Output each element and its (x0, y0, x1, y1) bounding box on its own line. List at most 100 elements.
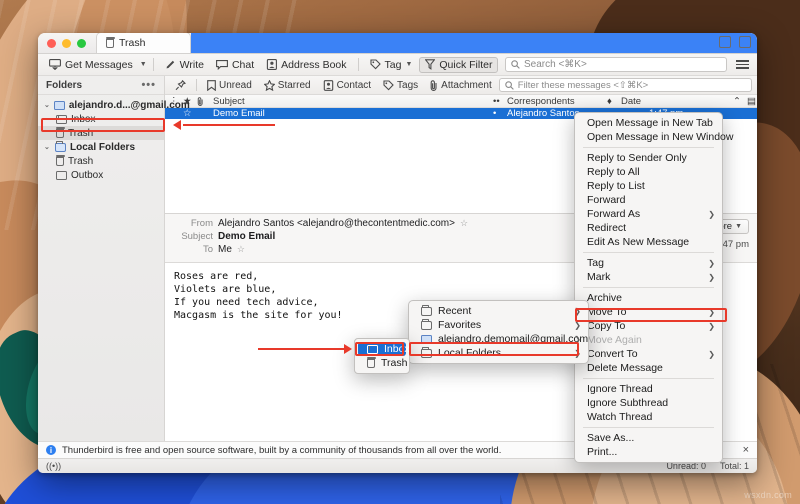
total-count: Total: 1 (720, 461, 749, 471)
write-button[interactable]: Write (160, 58, 209, 72)
tasks-icon[interactable] (739, 36, 751, 48)
address-book-button[interactable]: Address Book (261, 58, 351, 72)
menu-item-label: Ignore Subthread (587, 397, 668, 409)
quick-filter-pin-button[interactable] (170, 79, 191, 92)
move-to-submenu[interactable]: Recent ❯ Favorites ❯ alejandro.demomail@… (408, 300, 589, 364)
get-messages-button[interactable]: Get Messages (44, 58, 138, 72)
column-header-correspondents[interactable]: Correspondents (503, 95, 603, 107)
menu-item-ignore-subthread[interactable]: Ignore Subthread (575, 396, 722, 410)
folder-item-inbox[interactable]: Inbox (38, 112, 164, 126)
star-icon (264, 80, 275, 91)
submenu-item-label: Favorites (438, 319, 481, 331)
read-cell[interactable]: • (489, 108, 503, 119)
quick-filter-attachment[interactable]: Attachment (425, 79, 497, 92)
folder-pane-options-button[interactable]: ••• (141, 79, 156, 91)
chat-button[interactable]: Chat (211, 58, 259, 72)
menu-item-watch-thread[interactable]: Watch Thread (575, 410, 722, 424)
toolbar-divider (358, 58, 359, 71)
tab-strip-empty (191, 33, 757, 53)
menu-item-open-message-in-new-window[interactable]: Open Message in New Window (575, 130, 722, 144)
quick-filter-starred-label: Starred (278, 80, 311, 91)
menu-item-print[interactable]: Print... (575, 445, 722, 459)
menu-item-convert-to[interactable]: Convert To❯ (575, 347, 722, 361)
submenu-item-inbox[interactable]: Inbox (358, 342, 406, 356)
quick-filter-unread-label: Unread (219, 80, 252, 91)
menu-item-open-message-in-new-tab[interactable]: Open Message in New Tab (575, 116, 722, 130)
submenu-item-trash[interactable]: Trash (355, 356, 409, 370)
chevron-down-icon[interactable]: ▼ (140, 61, 147, 68)
chevron-down-icon[interactable]: ⌄ (44, 101, 50, 109)
submenu-item-label: alejandro.demomail@gmail.com (438, 333, 588, 345)
tab-trash[interactable]: Trash (96, 33, 191, 53)
quick-filter-bar: Unread Starred Contact Tags Attachment (165, 76, 757, 95)
write-label: Write (180, 59, 204, 71)
menu-item-delete-message[interactable]: Delete Message (575, 361, 722, 375)
paperclip-icon (430, 80, 438, 91)
quick-filter-unread[interactable]: Unread (202, 79, 257, 92)
menu-item-edit-as-new-message[interactable]: Edit As New Message (575, 235, 722, 249)
menu-item-save-as[interactable]: Save As... (575, 431, 722, 445)
menu-item-tag[interactable]: Tag❯ (575, 256, 722, 270)
trash-icon (56, 157, 64, 166)
minimize-window-button[interactable] (62, 39, 71, 48)
menu-item-mark[interactable]: Mark❯ (575, 270, 722, 284)
read-column-header[interactable]: •• (489, 95, 503, 107)
menu-item-reply-to-sender-only[interactable]: Reply to Sender Only (575, 151, 722, 165)
menu-item-forward-as[interactable]: Forward As❯ (575, 207, 722, 221)
folder-icon (421, 307, 432, 316)
tag-button[interactable]: Tag ▼ (365, 58, 418, 72)
menu-item-reply-to-all[interactable]: Reply to All (575, 165, 722, 179)
menu-item-move-to[interactable]: Move To❯ (575, 305, 722, 319)
folder-item-outbox[interactable]: Outbox (38, 168, 164, 182)
unread-column-header[interactable]: ♦ (603, 95, 617, 107)
window-right-icons[interactable] (719, 36, 751, 48)
close-window-button[interactable] (47, 39, 56, 48)
star-icon[interactable]: ☆ (237, 244, 245, 255)
quick-filter-button[interactable]: Quick Filter (419, 57, 498, 73)
app-menu-button[interactable] (734, 59, 751, 69)
menu-item-label: Reply to All (587, 166, 640, 178)
menu-item-ignore-thread[interactable]: Ignore Thread (575, 382, 722, 396)
submenu-item-recent[interactable]: Recent ❯ (409, 304, 588, 318)
chevron-down-icon[interactable]: ▼ (405, 61, 412, 68)
submenu-item-favorites[interactable]: Favorites ❯ (409, 318, 588, 332)
close-icon[interactable]: × (743, 444, 749, 456)
submenu-item-account[interactable]: alejandro.demomail@gmail.com ❯ (409, 332, 588, 346)
folder-item-trash[interactable]: Trash (38, 126, 164, 140)
menu-item-copy-to[interactable]: Copy To❯ (575, 319, 722, 333)
quick-filter-starred[interactable]: Starred (259, 79, 316, 92)
account-folder-submenu[interactable]: Inbox Trash (354, 338, 410, 374)
calendar-icon[interactable] (719, 36, 731, 48)
column-header-date[interactable]: Date (617, 95, 729, 107)
column-picker-button[interactable]: ▤ (743, 95, 757, 107)
maximize-window-button[interactable] (77, 39, 86, 48)
folder-item-local-trash[interactable]: Trash (38, 154, 164, 168)
chevron-right-icon: ❯ (708, 322, 715, 331)
folder-label: Trash (68, 128, 93, 139)
attachment-column-header[interactable] (193, 95, 209, 107)
menu-item-reply-to-list[interactable]: Reply to List (575, 179, 722, 193)
menu-item-forward[interactable]: Forward (575, 193, 722, 207)
traffic-lights[interactable] (47, 39, 86, 48)
menu-item-archive[interactable]: Archive (575, 291, 722, 305)
menu-separator (583, 147, 714, 148)
tag-label: Tag (385, 59, 402, 71)
message-context-menu[interactable]: Open Message in New Tab Open Message in … (574, 112, 723, 463)
submenu-item-local-folders[interactable]: Local Folders ❯ (409, 346, 588, 360)
menu-separator (583, 378, 714, 379)
star-icon[interactable]: ☆ (460, 218, 468, 229)
chevron-down-icon[interactable]: ⌄ (44, 143, 51, 151)
quick-filter-tags[interactable]: Tags (378, 79, 423, 92)
folder-item-account[interactable]: ⌄ alejandro.d...@gmail.com (38, 98, 164, 112)
menu-item-redirect[interactable]: Redirect (575, 221, 722, 235)
menu-item-label: Forward As (587, 208, 640, 220)
search-input[interactable]: Search <⌘K> (505, 57, 727, 72)
filter-messages-input[interactable]: Filter these messages <⇧⌘K> (499, 78, 752, 92)
sort-indicator-icon[interactable]: ⌃ (729, 95, 743, 107)
folder-icon (421, 349, 432, 358)
quick-filter-contact[interactable]: Contact (318, 79, 376, 92)
from-value: Alejandro Santos <alejandro@thecontentme… (218, 218, 455, 229)
column-header-subject[interactable]: Subject (209, 95, 489, 107)
submenu-item-label: Local Folders (438, 347, 501, 359)
folder-item-local-folders[interactable]: ⌄ Local Folders (38, 140, 164, 154)
